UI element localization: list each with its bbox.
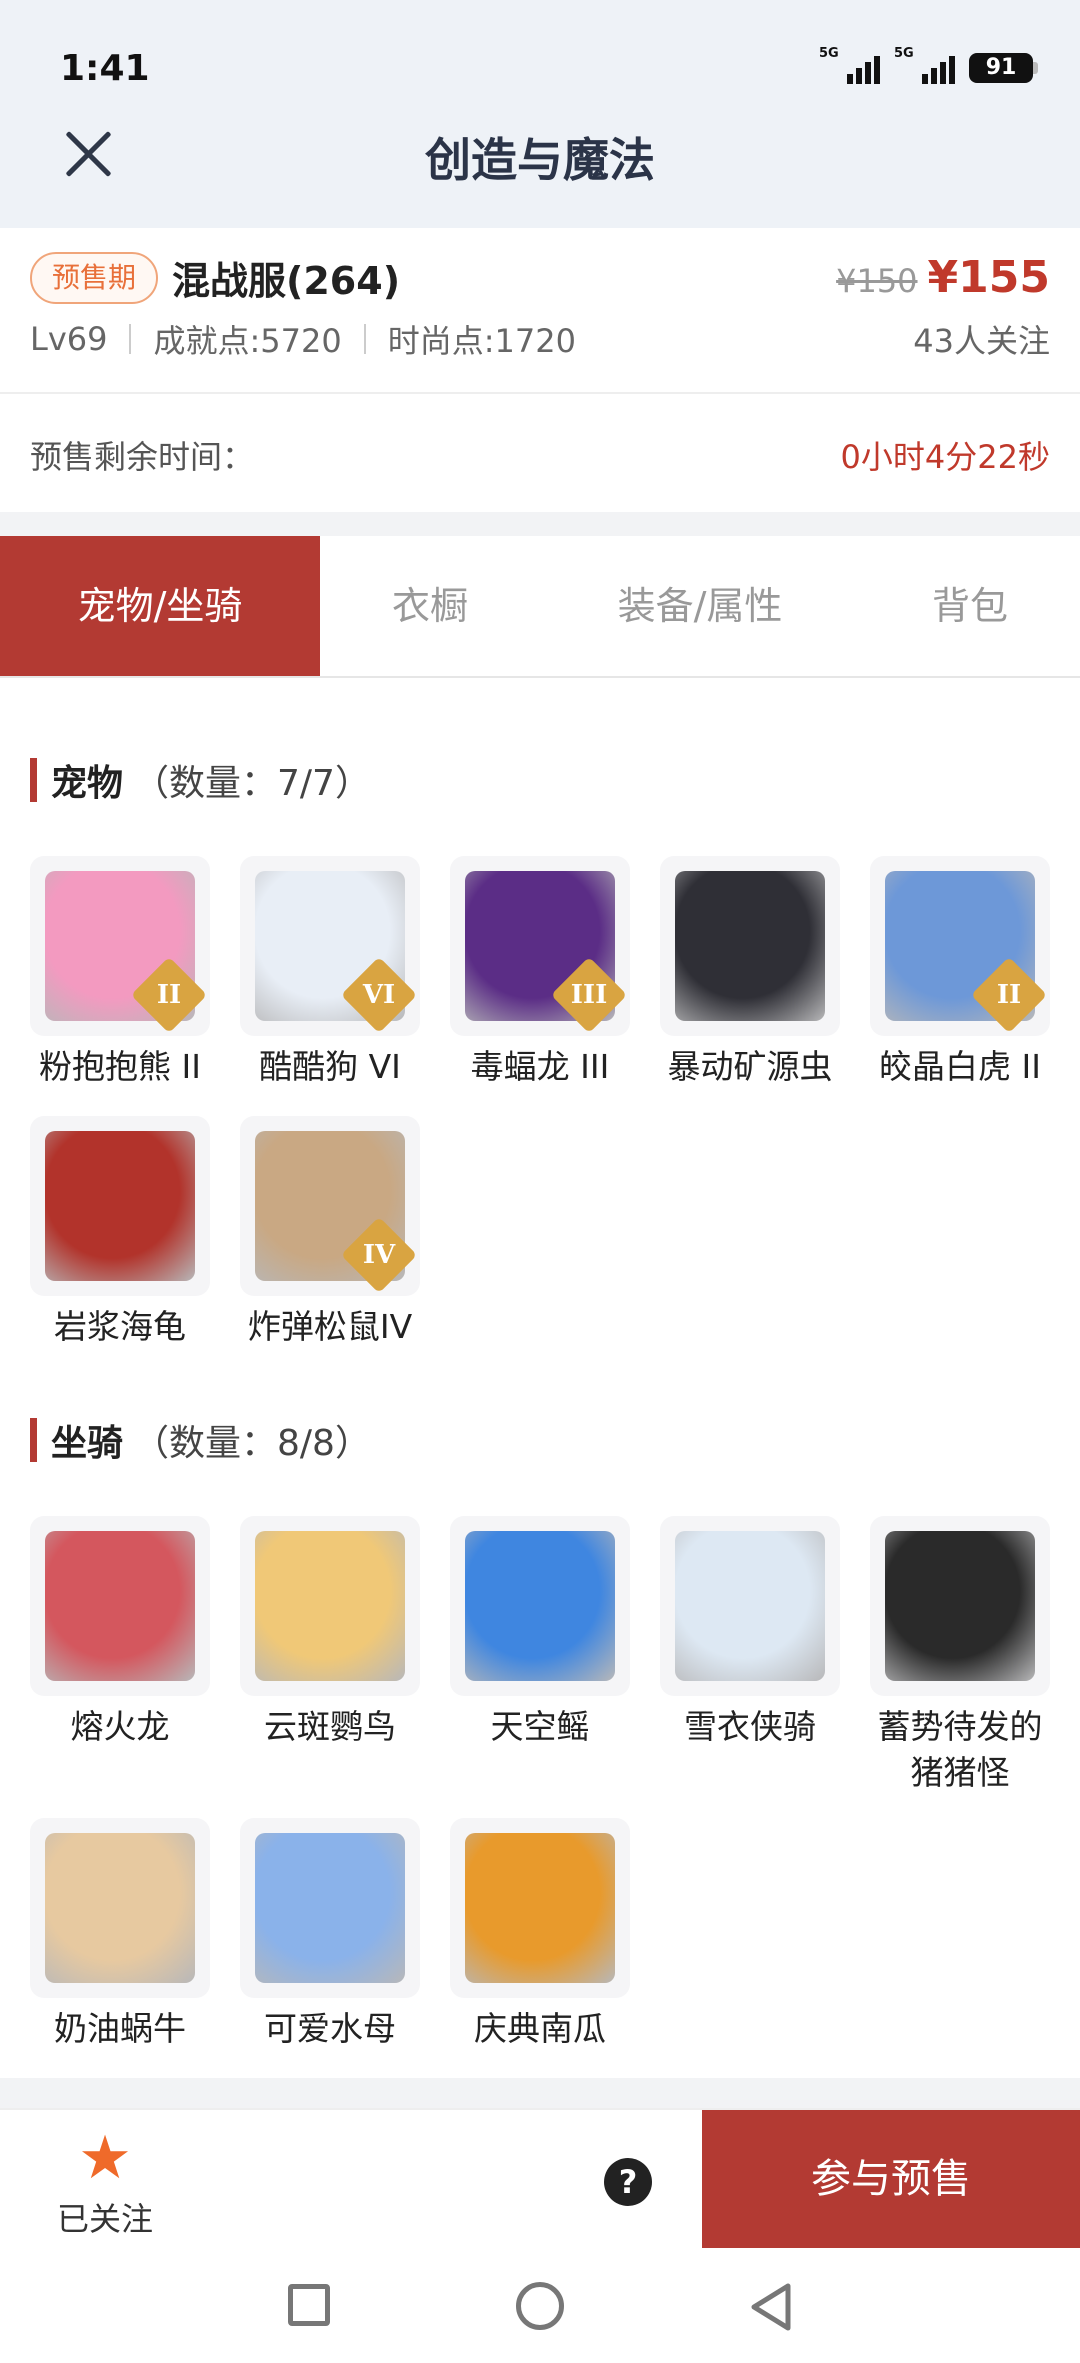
home-icon[interactable] bbox=[516, 2282, 564, 2330]
network-type-label: 5G bbox=[819, 46, 839, 61]
product-info: 预售期 混战服(264) Lv69 成就点:5720 时尚点:1720 ¥150… bbox=[0, 228, 1080, 394]
mounts-grid: 熔火龙 云斑鹦鸟 天空鳐 雪衣侠骑 蓄势待发的猪猪怪 奶油蜗牛 可爱水母 庆典南… bbox=[30, 1516, 1050, 2052]
achievement-text: 成就点:5720 bbox=[153, 322, 342, 360]
top-area: 1:41 5G 5G 91 创造与魔法 bbox=[0, 0, 1080, 228]
tab-equipment[interactable]: 装备/属性 bbox=[540, 536, 860, 676]
pet-item[interactable]: 岩浆海龟 bbox=[30, 1116, 210, 1350]
festival-pumpkin-icon bbox=[465, 1833, 615, 1983]
pig-monster-icon bbox=[885, 1531, 1035, 1681]
system-nav-bar bbox=[0, 2248, 1080, 2363]
mount-item[interactable]: 可爱水母 bbox=[240, 1818, 420, 2052]
pet-item[interactable]: II 粉抱抱熊 II bbox=[30, 856, 210, 1090]
level-text: Lv69 bbox=[30, 320, 108, 358]
help-icon[interactable]: ? bbox=[604, 2158, 652, 2206]
mount-item[interactable]: 雪衣侠骑 bbox=[660, 1516, 840, 1750]
product-meta: Lv69 成就点:5720 时尚点:1720 bbox=[30, 316, 576, 362]
battery-icon: 91 bbox=[969, 53, 1038, 83]
pet-name: 炸弹松鼠IV bbox=[247, 1307, 413, 1346]
join-presale-button[interactable]: 参与预售 bbox=[702, 2110, 1080, 2248]
divider bbox=[363, 324, 366, 354]
pet-name: 毒蝠龙 III bbox=[470, 1047, 610, 1086]
section-name: 坐骑 bbox=[51, 1423, 124, 1464]
pets-section-title: 宠物 （数量：7/7） bbox=[30, 754, 371, 806]
pet-item[interactable]: III 毒蝠龙 III bbox=[450, 856, 630, 1090]
mount-item[interactable]: 熔火龙 bbox=[30, 1516, 210, 1750]
original-price: ¥150 bbox=[836, 262, 918, 300]
mount-item[interactable]: 庆典南瓜 bbox=[450, 1818, 630, 2052]
section-marker bbox=[30, 1418, 37, 1462]
sky-ray-icon bbox=[465, 1531, 615, 1681]
section-marker bbox=[30, 758, 37, 802]
mount-name: 庆典南瓜 bbox=[474, 2009, 606, 2048]
page-title: 创造与魔法 bbox=[425, 133, 655, 187]
pet-item[interactable]: IV 炸弹松鼠IV bbox=[240, 1116, 420, 1350]
lava-turtle-icon bbox=[45, 1131, 195, 1281]
follow-button[interactable]: ★ 已关注 bbox=[50, 2126, 160, 2240]
mount-name: 云斑鹦鸟 bbox=[264, 1707, 396, 1746]
signal-icon: 5G bbox=[894, 46, 955, 84]
mount-name: 可爱水母 bbox=[264, 2009, 396, 2048]
mount-item[interactable]: 天空鳐 bbox=[450, 1516, 630, 1750]
battery-level: 91 bbox=[969, 53, 1033, 83]
mount-name: 熔火龙 bbox=[70, 1707, 170, 1746]
mount-item[interactable]: 蓄势待发的猪猪怪 bbox=[870, 1516, 1050, 1796]
divider bbox=[0, 2078, 1080, 2108]
action-bar: ★ 已关注 ? 参与预售 bbox=[0, 2108, 1080, 2248]
tab-backpack[interactable]: 背包 bbox=[860, 536, 1080, 676]
signal-icon: 5G bbox=[819, 46, 880, 84]
mount-name: 蓄势待发的猪猪怪 bbox=[877, 1707, 1043, 1792]
mounts-section-title: 坐骑 （数量：8/8） bbox=[30, 1414, 371, 1466]
fashion-text: 时尚点:1720 bbox=[387, 322, 576, 360]
section-count: （数量：7/7） bbox=[133, 763, 371, 804]
product-name: 混战服(264) bbox=[172, 259, 401, 303]
countdown-value: 0小时4分22秒 bbox=[840, 438, 1050, 476]
price: ¥150 ¥155 bbox=[836, 252, 1050, 303]
current-price: ¥155 bbox=[927, 252, 1050, 303]
cute-jellyfish-icon bbox=[255, 1833, 405, 1983]
network-type-label: 5G bbox=[894, 46, 914, 61]
tab-pets-mounts[interactable]: 宠物/坐骑 bbox=[0, 536, 320, 676]
pets-grid: II 粉抱抱熊 II VI 酷酷狗 VI III 毒蝠龙 III 暴动矿源虫 I… bbox=[30, 856, 1050, 1350]
divider bbox=[129, 324, 132, 354]
pet-item[interactable]: VI 酷酷狗 VI bbox=[240, 856, 420, 1090]
riot-ore-bug-icon bbox=[675, 871, 825, 1021]
presale-badge: 预售期 bbox=[30, 252, 159, 304]
cloud-parrot-icon bbox=[255, 1531, 405, 1681]
recent-apps-icon[interactable] bbox=[288, 2284, 330, 2326]
presale-countdown: 预售剩余时间： 0小时4分22秒 bbox=[0, 394, 1080, 512]
section-name: 宠物 bbox=[51, 763, 124, 804]
pet-name: 粉抱抱熊 II bbox=[39, 1047, 201, 1086]
pet-item[interactable]: II 皎晶白虎 II bbox=[870, 856, 1050, 1090]
mount-item[interactable]: 奶油蜗牛 bbox=[30, 1818, 210, 2052]
status-icons: 5G 5G 91 bbox=[819, 46, 1038, 84]
molten-dragon-icon bbox=[45, 1531, 195, 1681]
follower-count: 43人关注 bbox=[913, 322, 1050, 360]
mount-name: 天空鳐 bbox=[490, 1707, 590, 1746]
countdown-label: 预售剩余时间： bbox=[30, 438, 255, 476]
pet-name: 岩浆海龟 bbox=[54, 1307, 186, 1346]
mount-item[interactable]: 云斑鹦鸟 bbox=[240, 1516, 420, 1750]
pet-name: 酷酷狗 VI bbox=[259, 1047, 401, 1086]
pet-name: 皎晶白虎 II bbox=[879, 1047, 1041, 1086]
divider bbox=[0, 512, 1080, 536]
mount-name: 奶油蜗牛 bbox=[54, 2009, 186, 2048]
star-icon: ★ bbox=[78, 2123, 132, 2193]
snow-horse-icon bbox=[675, 1531, 825, 1681]
section-count: （数量：8/8） bbox=[133, 1423, 371, 1464]
cream-snail-icon bbox=[45, 1833, 195, 1983]
pet-item[interactable]: 暴动矿源虫 bbox=[660, 856, 840, 1090]
status-time: 1:41 bbox=[60, 48, 150, 89]
follow-label: 已关注 bbox=[56, 2200, 153, 2238]
tab-wardrobe[interactable]: 衣橱 bbox=[320, 536, 540, 676]
tab-bar: 宠物/坐骑 衣橱 装备/属性 背包 bbox=[0, 536, 1080, 678]
mount-name: 雪衣侠骑 bbox=[684, 1707, 816, 1746]
pet-name: 暴动矿源虫 bbox=[667, 1047, 833, 1086]
